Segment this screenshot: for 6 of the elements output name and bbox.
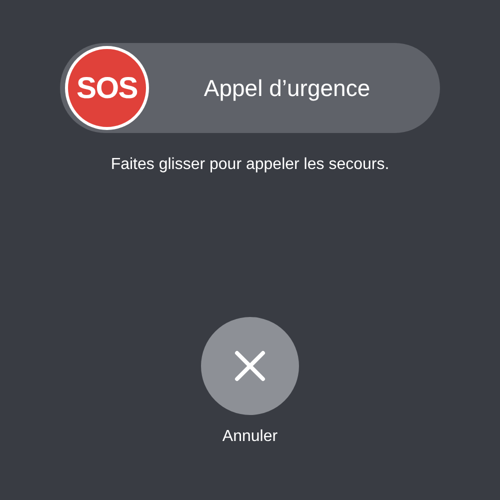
cancel-label: Annuler [222, 427, 278, 447]
sos-thumb[interactable]: SOS [65, 46, 149, 130]
close-icon [234, 350, 266, 382]
hint-text: Faites glisser pour appeler les secours. [110, 155, 390, 175]
slider-label: Appel d’urgence [202, 74, 372, 103]
sos-slider[interactable]: SOS Appel d’urgence [60, 43, 440, 133]
